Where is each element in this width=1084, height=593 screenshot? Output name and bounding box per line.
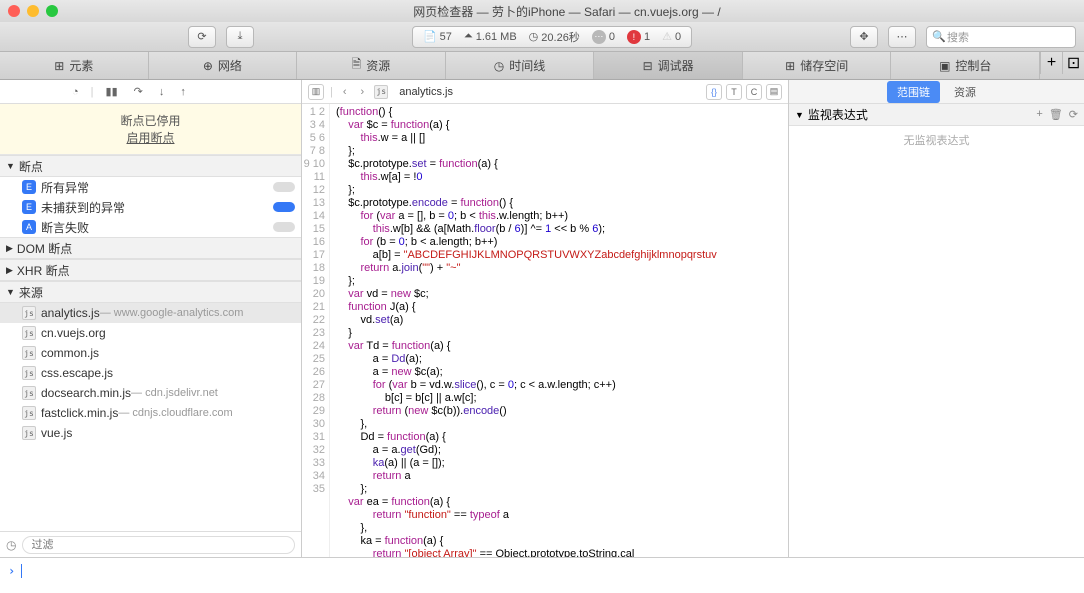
nav-fwd-icon[interactable]: › (357, 86, 369, 98)
tab-options-button[interactable]: ⊡ (1062, 52, 1084, 74)
stats-group: 📄 57 ⏶ 1.61 MB ◷ 20.26秒 ⋯0 !1 ⚠0 (412, 26, 692, 48)
right-sidebar: 范围链 资源 ▼监视表达式 + 🗑 ⟳ 无监视表达式 (789, 80, 1084, 557)
filter-input[interactable] (22, 536, 295, 554)
source-analytics[interactable]: jsanalytics.js — www.google-analytics.co… (0, 303, 301, 323)
console-prompt-icon: › (8, 564, 15, 578)
refresh-watch-icon[interactable]: ⟳ (1069, 108, 1078, 121)
right-tabs: 范围链 资源 (789, 80, 1084, 104)
close-icon[interactable] (8, 5, 20, 17)
bp-assertion[interactable]: A断言失败 (0, 217, 301, 237)
section-dom-bp[interactable]: ▶DOM 断点 (0, 237, 301, 259)
main-area: ◔ | ▮▮ ↷ ↓ ↑ 断点已停用 启用断点 ▼断点 E所有异常 E未捕获到的… (0, 80, 1084, 557)
bp-uncaught[interactable]: E未捕获到的异常 (0, 197, 301, 217)
add-watch-icon[interactable]: + (1036, 108, 1042, 121)
watch-header[interactable]: ▼监视表达式 + 🗑 ⟳ (789, 104, 1084, 126)
step-icon[interactable]: ↷ (134, 85, 143, 98)
tab-resource[interactable]: 资源 (944, 81, 986, 103)
watch-empty: 无监视表达式 (789, 126, 1084, 154)
transfer-size: ⏶ 1.61 MB (464, 30, 517, 43)
reload-button[interactable]: ⟳ (188, 26, 216, 48)
left-footer: ◷ (0, 531, 301, 557)
enable-breakpoints-link[interactable]: 启用断点 (8, 129, 293, 146)
bp-all-exceptions[interactable]: E所有异常 (0, 177, 301, 197)
debug-controls: ◔ | ▮▮ ↷ ↓ ↑ (0, 80, 301, 104)
pretty-print-icon[interactable]: {} (706, 84, 722, 100)
console-drawer[interactable]: › (0, 557, 1084, 593)
load-time: ◷ 20.26秒 (529, 29, 580, 45)
window-controls[interactable] (8, 5, 58, 17)
main-tabs: ⊞元素 ⊕网络 🗎资源 ◷时间线 ⊟调试器 ⊞储存空间 ▣控制台 + ⊡ (0, 52, 1084, 80)
source-common[interactable]: jscommon.js (0, 343, 301, 363)
file-name: analytics.js (399, 86, 453, 98)
code-area[interactable]: 1 2 3 4 5 6 7 8 9 10 11 12 13 14 15 16 1… (302, 104, 788, 557)
tab-elements[interactable]: ⊞元素 (0, 52, 149, 79)
source-cnvuejs[interactable]: jscn.vuejs.org (0, 323, 301, 343)
tab-debugger[interactable]: ⊟调试器 (594, 52, 743, 79)
section-breakpoints[interactable]: ▼断点 (0, 155, 301, 177)
left-sidebar: ◔ | ▮▮ ↷ ↓ ↑ 断点已停用 启用断点 ▼断点 E所有异常 E未捕获到的… (0, 80, 302, 557)
section-xhr-bp[interactable]: ▶XHR 断点 (0, 259, 301, 281)
code-panel: ▥ | ‹ › js analytics.js {} T C ▤ 1 2 3 4… (302, 80, 789, 557)
step-over-icon[interactable]: ◔ (72, 86, 79, 98)
breakpoint-notice: 断点已停用 启用断点 (0, 104, 301, 155)
zoom-icon[interactable] (46, 5, 58, 17)
source-vue[interactable]: jsvue.js (0, 423, 301, 443)
pause-button[interactable]: ▮▮ (106, 85, 118, 98)
search-input[interactable]: 🔍搜索 (926, 26, 1076, 48)
nav-back-icon[interactable]: ‹ (339, 86, 351, 98)
file-icon: js (374, 85, 388, 99)
tab-network[interactable]: ⊕网络 (149, 52, 298, 79)
step-in-icon[interactable]: ↓ (159, 86, 165, 98)
breadcrumb: ▥ | ‹ › js analytics.js {} T C ▤ (302, 80, 788, 104)
error-count[interactable]: !1 (627, 30, 650, 44)
notice-title: 断点已停用 (8, 112, 293, 129)
download-button[interactable]: ⤓ (226, 26, 254, 48)
coverage-icon[interactable]: C (746, 84, 762, 100)
section-sources[interactable]: ▼来源 (0, 281, 301, 303)
minimize-icon[interactable] (27, 5, 39, 17)
titlebar: 网页检查器 — 劳卜的iPhone — Safari — cn.vuejs.or… (0, 0, 1084, 22)
toggle-sidebar-icon[interactable]: ▥ (308, 84, 324, 100)
window-title: 网页检查器 — 劳卜的iPhone — Safari — cn.vuejs.or… (58, 3, 1076, 20)
code-content[interactable]: (function() { var $c = function(a) { thi… (330, 104, 788, 557)
file-count: 📄 57 (423, 30, 452, 43)
settings-button[interactable]: ⋯ (888, 26, 916, 48)
type-icon[interactable]: T (726, 84, 742, 100)
step-out-icon[interactable]: ↑ (180, 86, 186, 98)
source-fastclick[interactable]: jsfastclick.min.js — cdnjs.cloudflare.co… (0, 403, 301, 423)
tab-resources[interactable]: 🗎资源 (297, 52, 446, 79)
tab-timeline[interactable]: ◷时间线 (446, 52, 595, 79)
log-count[interactable]: ⋯0 (592, 30, 615, 44)
tab-scope-chain[interactable]: 范围链 (887, 81, 940, 103)
warning-count[interactable]: ⚠0 (662, 30, 681, 43)
tab-storage[interactable]: ⊞储存空间 (743, 52, 892, 79)
console-cursor (21, 564, 22, 578)
clear-watch-icon[interactable]: 🗑 (1049, 108, 1063, 121)
tab-console[interactable]: ▣控制台 (891, 52, 1040, 79)
line-gutter[interactable]: 1 2 3 4 5 6 7 8 9 10 11 12 13 14 15 16 1… (302, 104, 330, 557)
source-docsearch[interactable]: jsdocsearch.min.js — cdn.jsdelivr.net (0, 383, 301, 403)
add-tab-button[interactable]: + (1040, 52, 1062, 74)
toggle-right-icon[interactable]: ▤ (766, 84, 782, 100)
timer-icon[interactable]: ◷ (6, 538, 16, 552)
inspect-button[interactable]: ✥ (850, 26, 878, 48)
toolbar: ⟳ ⤓ 📄 57 ⏶ 1.61 MB ◷ 20.26秒 ⋯0 !1 ⚠0 ✥ ⋯… (0, 22, 1084, 52)
source-cssescape[interactable]: jscss.escape.js (0, 363, 301, 383)
